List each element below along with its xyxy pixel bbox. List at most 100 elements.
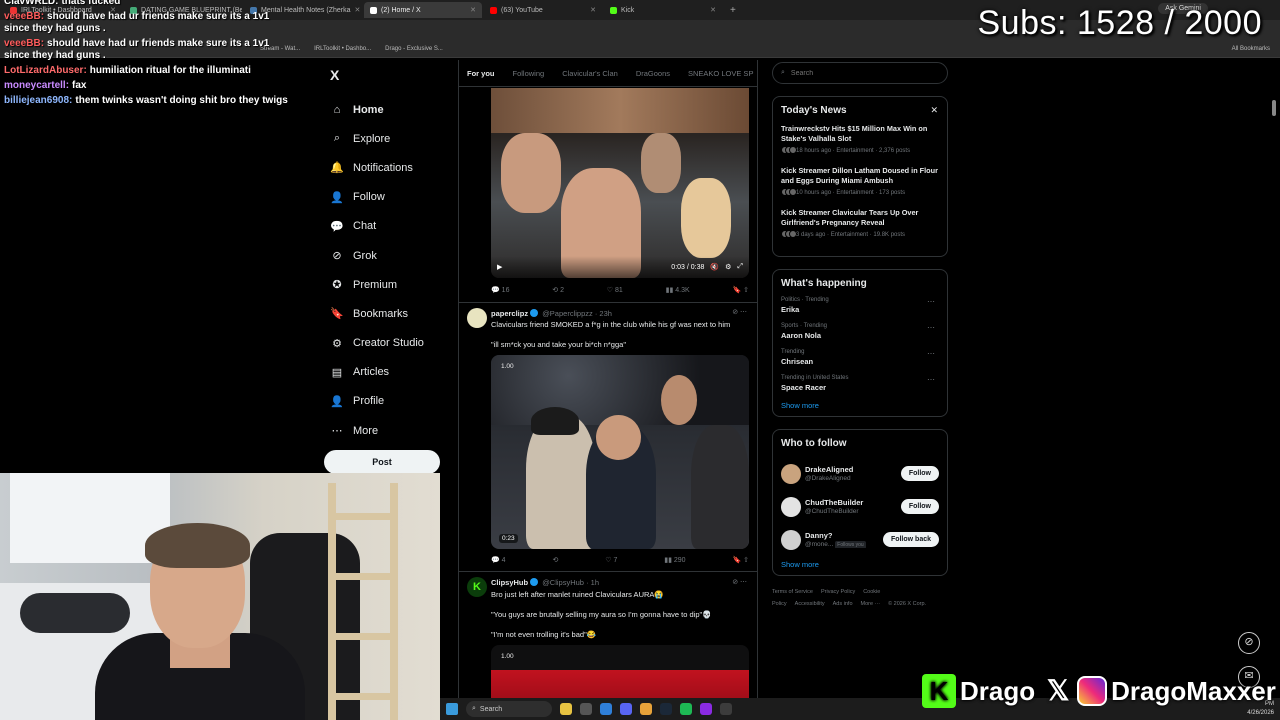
post-button[interactable]: Post [324, 450, 440, 474]
tweet-video[interactable]: 1.00 0:23 [491, 355, 749, 549]
sidebar-item-bookmarks[interactable]: 🔖 Bookmarks [330, 299, 450, 328]
all-bookmarks[interactable]: All Bookmarks [1232, 46, 1270, 52]
news-item[interactable]: Trainwreckstv Hits $15 Million Max Win o… [781, 124, 939, 156]
avatar[interactable] [781, 463, 801, 484]
tab-clavicular-s-clan[interactable]: Clavicular's Clan [562, 69, 618, 78]
follow-button[interactable]: Follow [900, 499, 939, 514]
sidebar-item-follow[interactable]: 👤 Follow [330, 183, 450, 212]
trend-item[interactable]: Trending in United States Space Racer ⋯ [781, 375, 939, 392]
play-icon[interactable]: ▶ [497, 263, 502, 271]
more-icon[interactable]: ⊘ ⋯ [732, 578, 747, 586]
more-icon[interactable]: ⋯ [927, 349, 935, 358]
footer-link[interactable]: Ads info [833, 601, 853, 607]
settings-icon[interactable]: ⚙ [725, 263, 731, 271]
x-logo[interactable]: X [330, 67, 339, 83]
footer-link[interactable]: © 2026 X Corp. [888, 601, 926, 607]
discord-icon[interactable] [620, 703, 632, 715]
taskbar-app-icon[interactable] [580, 703, 592, 715]
fullscreen-icon[interactable]: ⤢ [737, 263, 743, 271]
footer-link[interactable]: More ··· [861, 601, 881, 607]
steam-icon[interactable] [660, 703, 672, 715]
more-icon[interactable]: ⋯ [927, 375, 935, 384]
more-icon[interactable]: ⋯ [927, 323, 935, 332]
reply-button[interactable]: 💬 4 [491, 556, 506, 564]
scroll-thumb[interactable] [1272, 100, 1276, 116]
tab-following[interactable]: Following [513, 69, 545, 78]
views-button[interactable]: ▮▮ 4.3K [666, 286, 690, 294]
windows-start-icon[interactable] [446, 703, 458, 715]
follow-button[interactable]: Follow back [882, 532, 939, 547]
taskbar-app-icon[interactable] [700, 703, 712, 715]
more-icon[interactable]: ⋯ [927, 297, 935, 306]
folder-icon[interactable] [640, 703, 652, 715]
footer-link[interactable]: Terms of Service [772, 589, 813, 595]
new-tab-icon[interactable]: + [724, 5, 742, 16]
tweet-handle[interactable]: @Paperclippzz · 23h [542, 309, 612, 318]
taskbar-search[interactable]: ⌕ Search [466, 701, 552, 717]
sidebar-item-chat[interactable]: 💬 Chat [330, 212, 450, 241]
news-item[interactable]: Kick Streamer Clavicular Tears Up Over G… [781, 208, 939, 240]
tweet-handle[interactable]: @ClipsyHub · 1h [542, 578, 599, 587]
scrollbar[interactable] [1272, 60, 1278, 700]
bookmark-share[interactable]: 🔖 ⇧ [732, 286, 749, 294]
news-item[interactable]: Kick Streamer Dillon Latham Doused in Fl… [781, 166, 939, 198]
search-input[interactable] [790, 69, 921, 77]
footer-link[interactable]: Accessibility [795, 601, 825, 607]
close-tab-icon[interactable]: ✕ [354, 6, 360, 14]
who-to-follow-item[interactable]: ChudTheBuilder @ChudTheBuilder Follow [781, 490, 939, 523]
bookmark-share[interactable]: 🔖 ⇧ [732, 556, 749, 564]
show-more-link[interactable]: Show more [781, 560, 939, 569]
follow-button[interactable]: Follow [900, 466, 939, 481]
more-icon[interactable]: ⊘ ⋯ [732, 308, 747, 316]
trend-item[interactable]: Sports · Trending Aaron Nola ⋯ [781, 323, 939, 340]
taskbar-app-icon[interactable] [560, 703, 572, 715]
browser-tab[interactable]: (63) YouTube ✕ [484, 2, 602, 18]
bookmark-item[interactable]: IRLToolkit • Dashbo... [314, 46, 371, 52]
like-button[interactable]: ♡ 81 [607, 286, 623, 294]
browser-tab[interactable]: Kick ✕ [604, 2, 722, 18]
footer-link[interactable]: Privacy Policy [821, 589, 855, 595]
trend-item[interactable]: Politics · Trending Erika ⋯ [781, 297, 939, 314]
like-button[interactable]: ♡ 7 [605, 556, 617, 564]
close-tab-icon[interactable]: ✕ [590, 6, 596, 14]
views-button[interactable]: ▮▮ 290 [664, 556, 685, 564]
sidebar-item-profile[interactable]: 👤 Profile [330, 387, 450, 416]
tweet-author-name[interactable]: paperclipz [491, 309, 528, 318]
taskbar-app-icon[interactable] [720, 703, 732, 715]
bookmarks-icon: 🔖 [330, 308, 344, 321]
avatar[interactable]: K [467, 577, 487, 597]
trend-item[interactable]: Trending Chrisean ⋯ [781, 349, 939, 366]
sidebar-item-articles[interactable]: ▤ Articles [330, 358, 450, 387]
grok-icon[interactable]: ⊘ [1238, 632, 1260, 654]
tab-dragoons[interactable]: DraGoons [636, 69, 670, 78]
repost-button[interactable]: ⟲ [552, 556, 558, 564]
who-to-follow-item[interactable]: DrakeAligned @DrakeAligned Follow [781, 457, 939, 490]
avatar[interactable] [467, 308, 487, 328]
sidebar-item-grok[interactable]: ⊘ Grok [330, 241, 450, 270]
avatar[interactable] [781, 529, 801, 550]
repost-button[interactable]: ⟲ 2 [552, 286, 564, 294]
sidebar-item-explore[interactable]: ⌕ Explore [330, 124, 450, 153]
tab-sneako-love-sp[interactable]: SNEAKO LOVE SP [688, 69, 753, 78]
sidebar-item-premium[interactable]: ✪ Premium [330, 270, 450, 299]
sidebar-item-notifications[interactable]: 🔔 Notifications [330, 153, 450, 182]
sidebar-item-creator-studio[interactable]: ⚙ Creator Studio [330, 329, 450, 358]
sidebar-item-more[interactable]: ⋯ More [330, 416, 450, 445]
browser-tab[interactable]: (2) Home / X ✕ [364, 2, 482, 18]
tweet-author-name[interactable]: ClipsyHub [491, 578, 528, 587]
close-tab-icon[interactable]: ✕ [470, 6, 476, 14]
spotify-icon[interactable] [680, 703, 692, 715]
avatar[interactable] [781, 496, 801, 517]
mute-icon[interactable]: 🔇 [710, 263, 719, 271]
show-more-link[interactable]: Show more [781, 401, 939, 410]
tab-for-you[interactable]: For you [467, 69, 495, 78]
tweet-video[interactable]: ▶ 0:03 / 0:38 🔇 ⚙ ⤢ [491, 88, 749, 278]
who-to-follow-item[interactable]: Danny? @mone... Follows you Follow back [781, 523, 939, 556]
sidebar-item-home[interactable]: ⌂ Home [330, 95, 450, 124]
close-tab-icon[interactable]: ✕ [710, 6, 716, 14]
reply-button[interactable]: 💬 16 [491, 286, 509, 294]
close-icon[interactable]: ✕ [930, 105, 938, 116]
taskbar-app-icon[interactable] [600, 703, 612, 715]
bookmark-item[interactable]: Drago - Exclusive S... [385, 46, 443, 52]
search-box[interactable]: ⌕ [772, 62, 948, 84]
